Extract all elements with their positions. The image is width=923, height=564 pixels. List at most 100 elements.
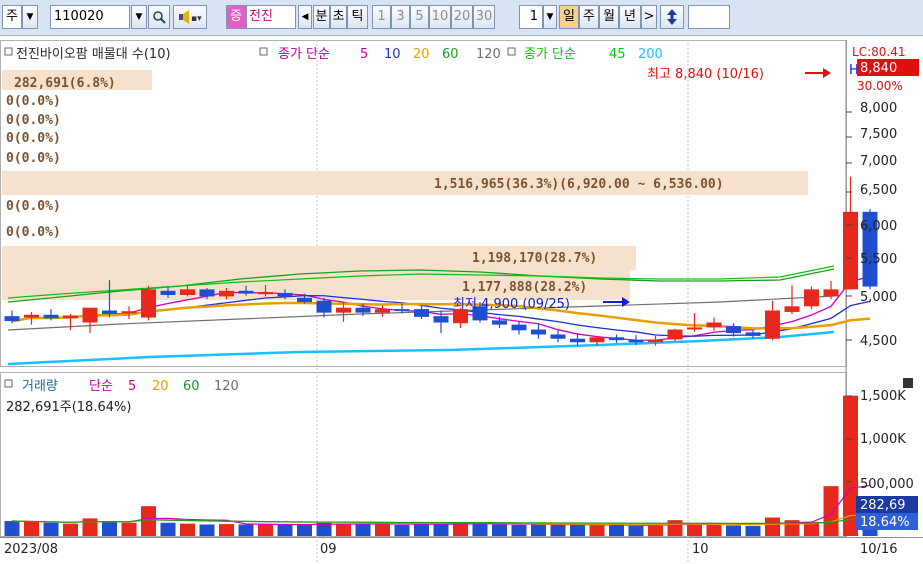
period-3-label: 3	[396, 9, 405, 24]
market-dropdown-icon[interactable]: ▼	[22, 5, 38, 29]
extra-input[interactable]	[688, 5, 730, 29]
period-1[interactable]: 1	[372, 5, 391, 29]
period-20[interactable]: 20	[451, 5, 473, 29]
period-5-label: 5	[415, 9, 424, 24]
period-5[interactable]: 5	[410, 5, 429, 29]
y-tick-5000: 5,000	[860, 290, 897, 305]
volume-bar	[745, 525, 761, 536]
volume-bar	[355, 524, 371, 536]
count-input[interactable]: 1	[519, 5, 543, 29]
candle-body	[375, 309, 390, 313]
price-y-axis: LC:80.41 H 8,840 30.00% 8,000 7,500 7,00…	[846, 45, 919, 349]
volume-bar	[550, 524, 566, 536]
legend-ma-120: 120	[476, 47, 501, 62]
volume-bar	[102, 521, 117, 536]
volume-bar	[589, 525, 605, 536]
legend-ma-20: 20	[413, 47, 430, 62]
volume-bar	[765, 517, 780, 536]
candle-body	[550, 334, 566, 339]
candle-body	[297, 297, 312, 303]
code-input[interactable]: 110020	[50, 5, 130, 29]
type-badge-label: 증	[230, 9, 242, 24]
vol-current-text: 282,69	[860, 498, 906, 513]
x-last-date: 10/16	[860, 542, 897, 557]
vol-panel-maximize-icon[interactable]	[903, 378, 913, 388]
volume-bar	[570, 524, 585, 536]
x-label-sep: 09	[320, 542, 337, 557]
interval-minute[interactable]: 분	[313, 5, 330, 29]
candle-body	[141, 289, 156, 318]
range-day[interactable]: 일	[559, 5, 579, 29]
range-year[interactable]: 년	[619, 5, 641, 29]
search-icon[interactable]	[148, 5, 170, 29]
vol-legend-120: 120	[214, 379, 239, 394]
period-10[interactable]: 10	[429, 5, 451, 29]
volume-bar	[63, 523, 78, 536]
volume-bar	[180, 523, 195, 536]
interval-second-label: 초	[332, 9, 345, 24]
market-select[interactable]: 주	[2, 5, 22, 29]
range-week[interactable]: 주	[579, 5, 599, 29]
vol-pct-text: 18.64%	[860, 515, 910, 530]
volume-bar	[453, 522, 468, 536]
candle-body	[63, 315, 78, 319]
legend-ma-60: 60	[442, 47, 459, 62]
lc-label: LC:80.41	[852, 45, 905, 59]
type-badge[interactable]: 증	[226, 5, 246, 29]
candle-body	[180, 289, 195, 296]
volume-bar	[258, 524, 273, 536]
prev-arrow-glyph: ◀	[301, 12, 309, 22]
candle-body	[823, 289, 839, 297]
vp-label-3: 0(0.0%)	[6, 131, 61, 146]
y-tick-7000: 7,000	[860, 154, 897, 169]
svg-text:▪▾: ▪▾	[191, 14, 202, 24]
count-dropdown-icon[interactable]: ▼	[543, 5, 557, 29]
candle-body	[24, 314, 39, 318]
speaker-icon[interactable]: ▪▾	[173, 5, 207, 29]
volume-bar	[414, 523, 429, 536]
vol-value-text: 282,691주(18.64%)	[6, 400, 131, 415]
interval-second[interactable]: 초	[330, 5, 347, 29]
range-month[interactable]: 월	[599, 5, 619, 29]
next-arrow-glyph: >	[643, 9, 655, 24]
candle-body	[531, 329, 546, 335]
volume-bar	[277, 524, 293, 536]
count-value: 1	[529, 9, 538, 24]
vol-legend-5: 5	[128, 379, 136, 394]
candle-body	[414, 309, 429, 317]
x-label-oct: 10	[692, 542, 709, 557]
legend-ma-box-icon	[259, 47, 268, 56]
legend-ma-10: 10	[384, 47, 401, 62]
candle-body	[336, 307, 351, 313]
range-week-label: 주	[583, 9, 595, 24]
volume-bar	[336, 523, 351, 536]
updown-arrow-icon[interactable]	[660, 5, 684, 29]
volume-bar	[43, 522, 59, 536]
next-arrow-icon[interactable]: >	[641, 5, 657, 29]
candle-body	[277, 292, 293, 297]
volume-bar	[121, 522, 137, 536]
vp-label-0: 282,691(6.8%)	[14, 76, 116, 91]
legend-ma-label: 종가 단순	[278, 47, 330, 62]
candle-body	[609, 337, 624, 341]
interval-minute-label: 분	[315, 9, 328, 24]
volume-bar	[628, 525, 644, 536]
period-20-label: 20	[453, 9, 471, 24]
volume-bar	[141, 506, 156, 536]
candle-body	[394, 309, 410, 312]
prev-arrow-icon[interactable]: ◀	[298, 5, 312, 29]
period-3[interactable]: 3	[391, 5, 410, 29]
vol-legend-20: 20	[152, 379, 169, 394]
interval-tick[interactable]: 틱	[347, 5, 368, 29]
candle-body	[219, 290, 234, 297]
candle-body	[589, 337, 605, 343]
candle-body	[355, 307, 371, 313]
candle-body	[726, 326, 741, 334]
period-30[interactable]: 30	[473, 5, 495, 29]
candle-body	[258, 292, 273, 295]
code-dropdown-icon[interactable]: ▼	[131, 5, 147, 29]
candle-body	[102, 310, 117, 315]
high-label: 최고 8,840 (10/16)	[647, 67, 764, 82]
candle-body	[511, 324, 527, 331]
market-label: 주	[6, 9, 18, 24]
